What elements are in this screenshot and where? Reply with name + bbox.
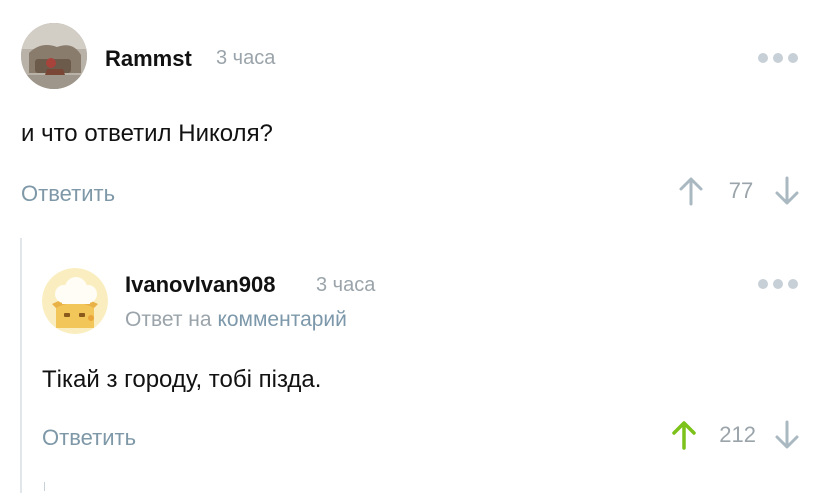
reply-button[interactable]: Ответить (42, 425, 136, 451)
comment-time: 3 часа (216, 47, 276, 69)
reply-to-comment-link[interactable]: комментарий (217, 308, 346, 331)
reply-to-line: Ответ на комментарий (125, 308, 347, 332)
nested-thread-line (44, 482, 45, 491)
reply-button[interactable]: Ответить (21, 181, 115, 207)
comment-time: 3 часа (316, 274, 376, 296)
upvote-arrow-icon[interactable] (671, 420, 697, 450)
user-avatar[interactable] (21, 23, 87, 89)
more-options-icon[interactable] (758, 279, 798, 289)
username[interactable]: IvanovIvan908 (125, 272, 275, 298)
reply-to-prefix: Ответ на (125, 308, 212, 331)
username[interactable]: Rammst (105, 46, 192, 72)
chef-avatar-icon (42, 268, 108, 334)
more-options-icon[interactable] (758, 53, 798, 63)
user-photo-avatar-icon (21, 23, 87, 89)
comment-text: и что ответил Николя? (21, 120, 273, 147)
upvote-arrow-icon[interactable] (678, 176, 704, 206)
user-avatar[interactable] (42, 268, 108, 334)
downvote-arrow-icon[interactable] (774, 176, 800, 206)
rating-score: 212 (719, 422, 756, 447)
comment-text: Тікай з городу, тобі пізда. (42, 366, 322, 393)
vote-controls: 77 (678, 176, 800, 206)
vote-controls: 212 (671, 420, 800, 450)
downvote-arrow-icon[interactable] (774, 420, 800, 450)
rating-score: 77 (728, 178, 754, 203)
thread-line (20, 238, 22, 493)
